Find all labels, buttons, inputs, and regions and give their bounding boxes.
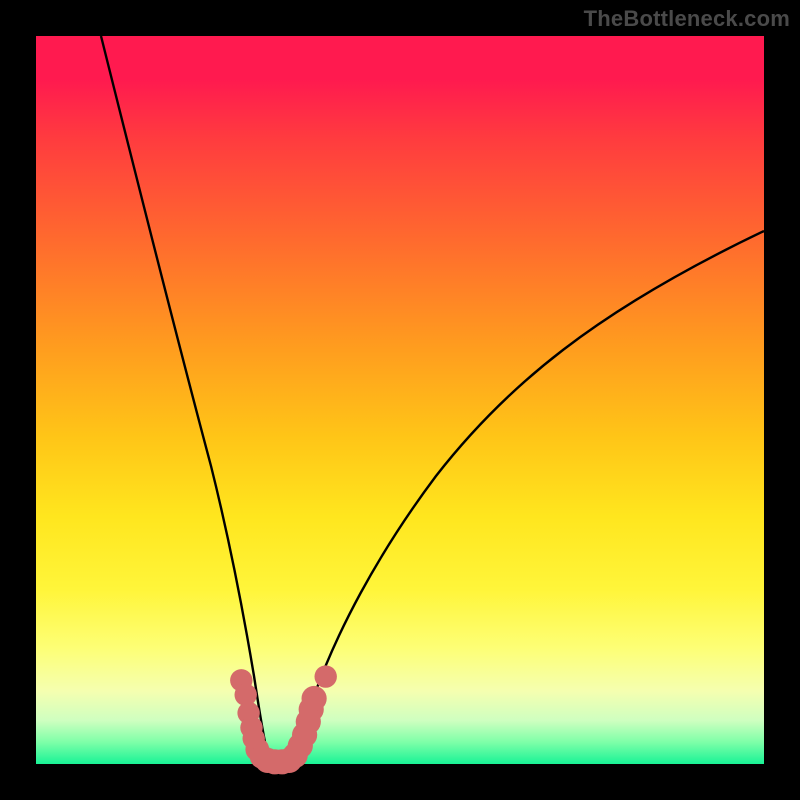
left-curve xyxy=(101,36,270,764)
right-curve xyxy=(294,231,764,764)
curve-layer xyxy=(36,36,764,764)
marker-cluster xyxy=(230,665,337,774)
watermark-text: TheBottleneck.com xyxy=(584,6,790,32)
plot-area xyxy=(36,36,764,764)
chart-frame: TheBottleneck.com xyxy=(0,0,800,800)
marker-dot xyxy=(315,665,337,687)
marker-dot xyxy=(302,686,327,711)
